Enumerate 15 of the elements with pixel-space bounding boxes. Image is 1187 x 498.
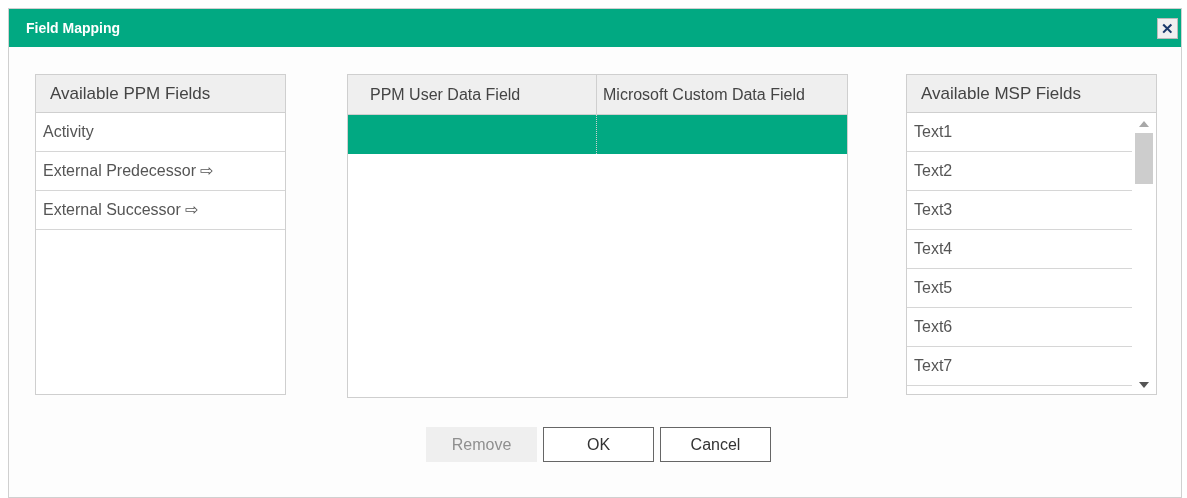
scroll-up-icon[interactable] xyxy=(1139,121,1149,127)
list-item[interactable]: External Predecessor ⇨ xyxy=(36,152,285,191)
dialog-button[interactable]: Cancel xyxy=(660,427,771,462)
table-row[interactable] xyxy=(348,115,847,154)
list-header: Available MSP Fields xyxy=(907,75,1156,113)
window-title: Field Mapping xyxy=(26,18,121,38)
list-header: Available PPM Fields xyxy=(36,75,285,113)
close-button[interactable]: ✕ xyxy=(1157,17,1178,39)
column-header: Microsoft Custom Data Field xyxy=(602,84,806,105)
list-item[interactable]: Activity xyxy=(36,113,285,152)
scrollbar-thumb[interactable] xyxy=(1135,133,1153,184)
dialog-button[interactable]: OK xyxy=(543,427,654,462)
list-item[interactable]: External Successor ⇨ xyxy=(36,191,285,230)
column-header: PPM User Data Field xyxy=(348,75,597,114)
scroll-down-icon[interactable] xyxy=(1139,382,1149,388)
